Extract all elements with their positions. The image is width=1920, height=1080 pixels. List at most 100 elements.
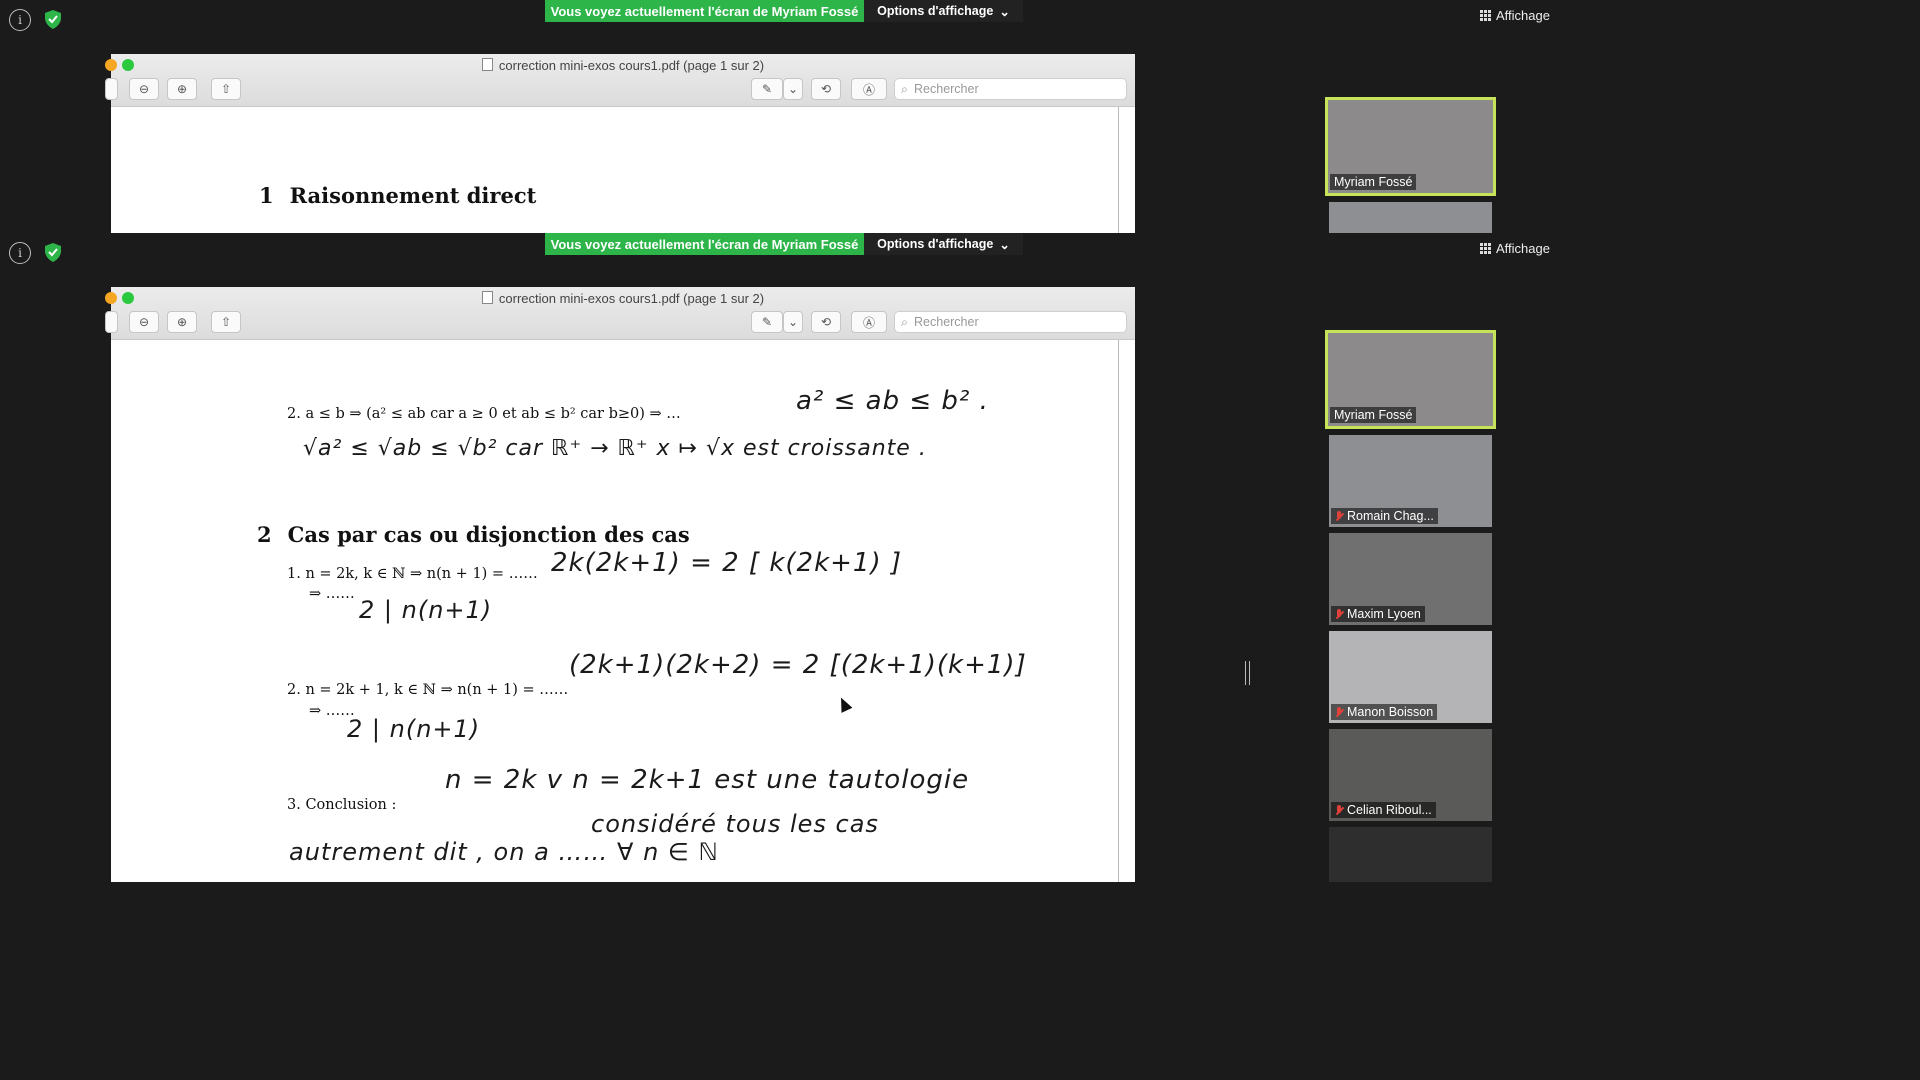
section-number: 1 [259,183,274,208]
participant-tile[interactable] [1329,827,1492,882]
pdf-search-field[interactable]: ⌕ Rechercher [894,78,1127,100]
mic-muted-icon [1335,706,1343,718]
meeting-frame-top: i Vous voyez actuellement l'écran de Myr… [0,0,1568,233]
participant-name-text: Myriam Fossé [1334,175,1413,189]
chevron-down-icon: ⌄ [787,82,799,96]
section-title: Raisonnement direct [289,183,537,208]
view-button[interactable]: Affichage [1480,8,1550,23]
view-button-label: Affichage [1496,241,1550,256]
markup-pen-button[interactable]: ✎ [751,311,783,333]
participant-tile[interactable]: Manon Boisson [1329,631,1492,723]
participant-name-text: Myriam Fossé [1334,408,1413,422]
share-button[interactable]: ⇧ [211,311,241,333]
zoom-out-button[interactable]: ⊖ [129,78,159,100]
zoom-in-icon: ⊕ [176,315,188,329]
pen-icon: ✎ [761,315,773,329]
participant-name-text: Manon Boisson [1347,705,1434,719]
grid-icon [1480,10,1491,21]
participant-tile[interactable] [1329,202,1492,233]
pdf-page: 2. a ≤ b ⇒ (a² ≤ ab car a ≥ 0 et ab ≤ b²… [111,340,1135,882]
window-title: correction mini-exos cours1.pdf (page 1 … [111,58,1135,73]
view-button[interactable]: Affichage [1480,241,1550,256]
participant-name: Manon Boisson [1331,704,1438,720]
mic-muted-icon [1335,804,1343,816]
handwritten-case-1: 2k(2k+1) = 2 [ k(2k+1) ] [551,548,903,578]
mic-muted-icon [1335,608,1343,620]
pdf-doc-icon [481,58,493,71]
handwritten-direct-2a: a² ≤ ab ≤ b² . [796,386,989,416]
chevron-down-icon: ⌄ [999,4,1010,19]
zoom-in-button[interactable]: ⊕ [167,311,197,333]
rotate-button[interactable]: ⟲ [811,311,841,333]
zoom-in-button[interactable]: ⊕ [167,78,197,100]
search-icon: ⌕ [901,81,909,96]
handwritten-conclusion-line-3: autrement dit , on a …… ∀ n ∈ ℕ [289,838,719,866]
section-2-heading: 2 Cas par cas ou disjonction des cas [257,522,690,547]
handwritten-case-3: n = 2k v n = 2k+1 est une tautologie [445,765,970,795]
case-1-arrow: ⇒ …… [309,586,355,602]
view-options-label: Options d'affichage [877,4,994,18]
shield-check-icon[interactable] [42,241,64,263]
window-title-text: correction mini-exos cours1.pdf (page 1 … [498,291,765,306]
chevron-down-icon: ⌄ [787,315,799,329]
participant-tile[interactable]: Myriam Fossé [1325,97,1496,196]
pdf-viewer-window: correction mini-exos cours1.pdf (page 1 … [105,287,1135,882]
markup-dropdown-button[interactable]: ⌄ [783,311,803,333]
view-button-label: Affichage [1496,8,1550,23]
markup-dropdown-button[interactable]: ⌄ [783,78,803,100]
screen-share-banner: Vous voyez actuellement l'écran de Myria… [545,233,864,255]
view-options-label: Options d'affichage [877,237,994,251]
participant-name: Romain Chag... [1331,508,1438,524]
pdf-viewer-window: correction mini-exos cours1.pdf (page 1 … [105,54,1135,233]
pdf-search-field[interactable]: ⌕ Rechercher [894,311,1127,333]
rotate-button[interactable]: ⟲ [811,78,841,100]
participant-tile[interactable]: Romain Chag... [1329,435,1492,527]
search-icon: ⌕ [901,314,909,329]
rotate-icon: ⟲ [820,315,832,329]
annotate-button[interactable]: Ⓐ [851,311,887,333]
pdf-titlebar: correction mini-exos cours1.pdf (page 1 … [105,287,1135,340]
search-placeholder: Rechercher [914,82,979,96]
participants-panel: Myriam Fossé Romain Chag... Maxim Lyoen … [1325,330,1496,882]
participant-tile[interactable]: Myriam Fossé [1325,330,1496,429]
participant-name: Myriam Fossé [1330,407,1417,423]
sidebar-toggle-button[interactable] [105,311,118,333]
participant-name: Celian Riboul... [1331,802,1436,818]
handwritten-case-2: (2k+1)(2k+2) = 2 [(2k+1)(k+1)] [569,650,1027,680]
participants-panel: Myriam Fossé [1325,97,1496,233]
participant-tile[interactable]: Maxim Lyoen [1329,533,1492,625]
shield-check-icon[interactable] [42,8,64,30]
zoom-in-icon: ⊕ [176,82,188,96]
section-1-heading: 1 Raisonnement direct [259,183,536,208]
sidebar-toggle-button[interactable] [105,78,118,100]
view-options-button[interactable]: Options d'affichage ⌄ [864,233,1023,255]
share-button[interactable]: ⇧ [211,78,241,100]
pen-icon: ✎ [761,82,773,96]
markup-pen-button[interactable]: ✎ [751,78,783,100]
panel-resize-handle[interactable] [1245,661,1250,685]
view-options-button[interactable]: Options d'affichage ⌄ [864,0,1023,22]
participant-tile[interactable]: Celian Riboul... [1329,729,1492,821]
window-title-text: correction mini-exos cours1.pdf (page 1 … [498,58,765,73]
screen-share-banner: Vous voyez actuellement l'écran de Myria… [545,0,864,22]
info-icon[interactable]: i [9,242,31,264]
pdf-titlebar: correction mini-exos cours1.pdf (page 1 … [105,54,1135,107]
participant-name-text: Celian Riboul... [1347,803,1432,817]
share-icon: ⇧ [220,82,232,96]
case-3-line: 3. Conclusion : [287,797,397,813]
handwritten-case-1-result: 2 | n(n+1) [359,596,493,624]
case-1-line: 1. n = 2k, k ∈ ℕ ⇒ n(n + 1) = …… [287,566,538,582]
markup-circle-icon: Ⓐ [862,315,875,330]
participant-name-text: Maxim Lyoen [1347,607,1421,621]
section-title: Cas par cas ou disjonction des cas [287,522,690,547]
info-icon[interactable]: i [9,9,31,31]
chevron-down-icon: ⌄ [999,237,1010,252]
participant-name: Maxim Lyoen [1331,606,1425,622]
zoom-out-button[interactable]: ⊖ [129,311,159,333]
zoom-out-icon: ⊖ [138,315,150,329]
section-number: 2 [257,522,272,547]
share-icon: ⇧ [220,315,232,329]
window-title: correction mini-exos cours1.pdf (page 1 … [111,291,1135,306]
annotate-button[interactable]: Ⓐ [851,78,887,100]
grid-icon [1480,243,1491,254]
